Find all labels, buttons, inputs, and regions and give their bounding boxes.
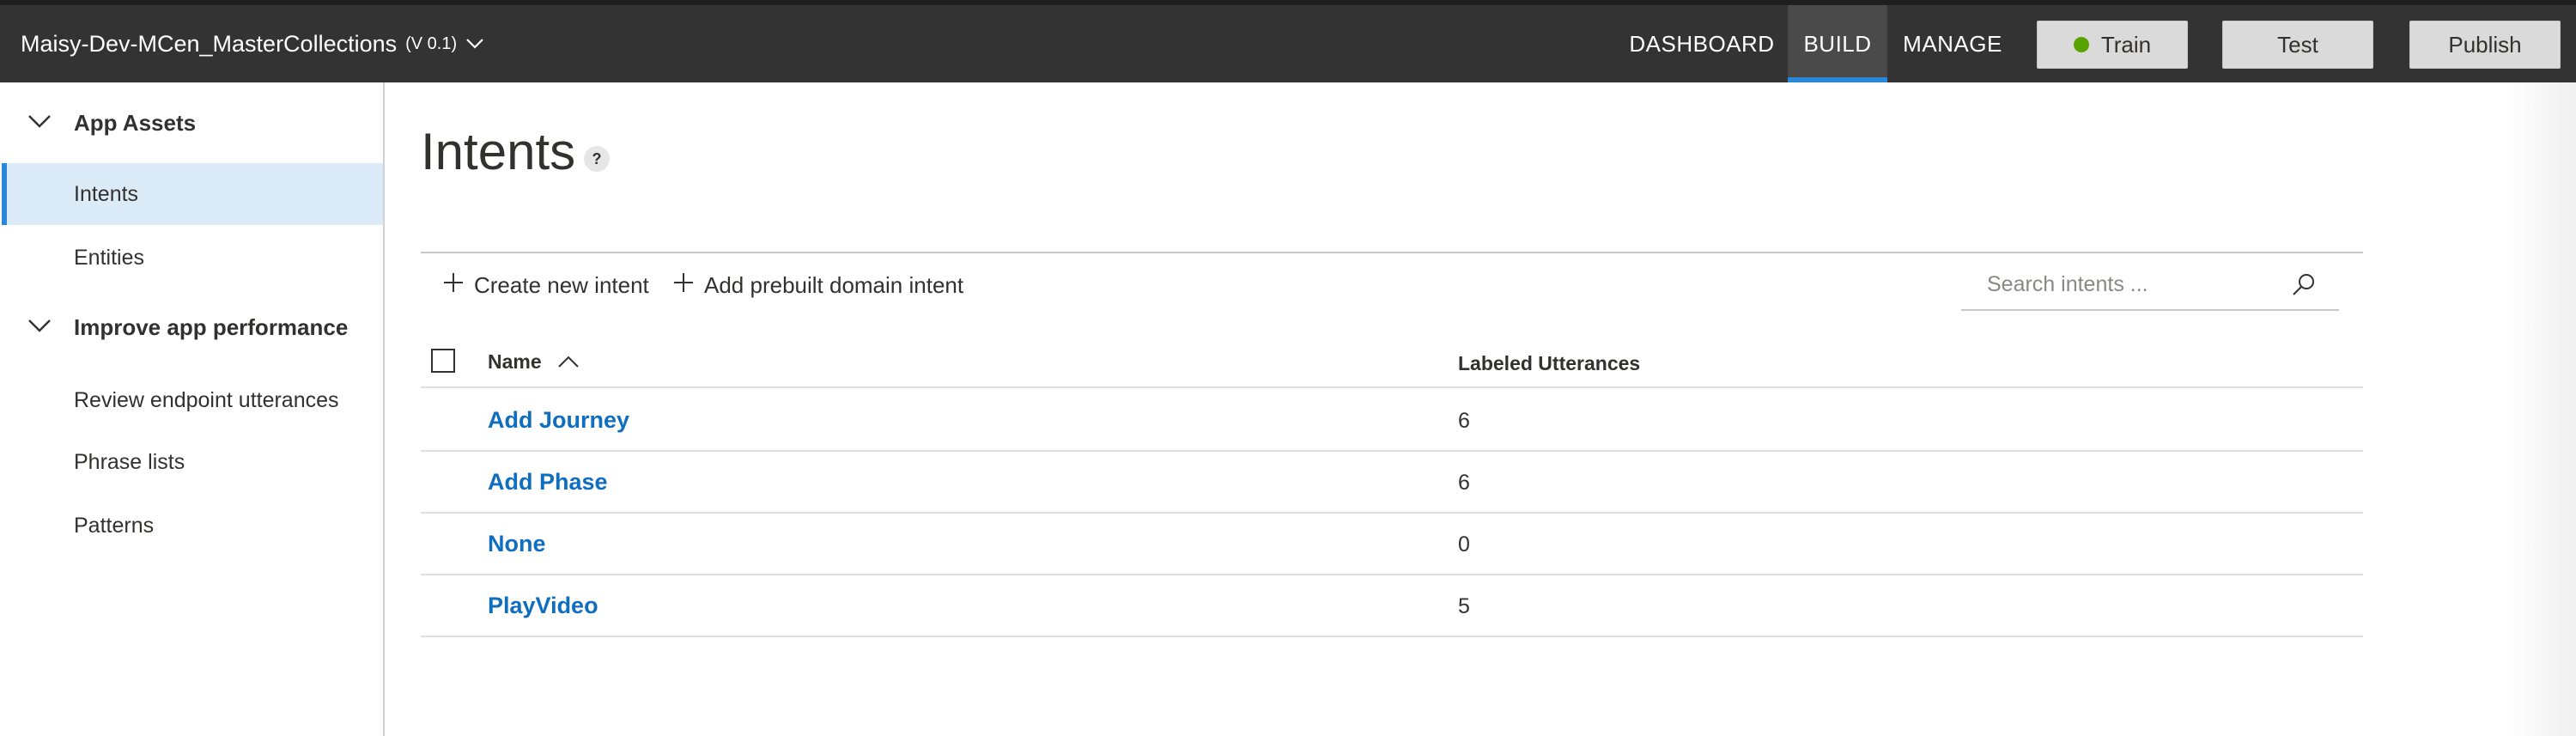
utterance-count: 0	[1458, 532, 1470, 557]
top-bar: Maisy-Dev-MCen_MasterCollections (V 0.1)…	[0, 0, 2576, 82]
search-icon[interactable]	[2291, 271, 2317, 301]
test-label: Test	[2277, 31, 2318, 58]
train-button[interactable]: Train	[2037, 21, 2188, 69]
publish-button[interactable]: Publish	[2409, 21, 2561, 69]
sidebar-item-label: Patterns	[74, 513, 155, 538]
sidebar-item-review-endpoint-utterances[interactable]: Review endpoint utterances	[2, 369, 383, 431]
table-row: PlayVideo 5	[421, 575, 2363, 637]
column-header-labeled-utterances[interactable]: Labeled Utterances	[1458, 352, 1640, 375]
panel-edge-shadow	[2507, 82, 2576, 736]
utterance-count: 6	[1458, 471, 1470, 495]
sidebar-group-app-assets[interactable]: App Assets	[0, 93, 385, 153]
chevron-down-icon	[27, 318, 52, 338]
nav-dashboard[interactable]: DASHBOARD	[1625, 5, 1779, 82]
add-prebuilt-domain-intent-button[interactable]: Add prebuilt domain intent	[673, 268, 963, 302]
utterance-count: 6	[1458, 409, 1470, 433]
sidebar: App Assets Intents Entities Improve app …	[0, 82, 385, 736]
page-title: Intents	[421, 123, 576, 180]
intent-link[interactable]: Add Phase	[488, 469, 608, 496]
table-row: None 0	[421, 514, 2363, 575]
chevron-down-icon	[27, 113, 52, 133]
sidebar-item-label: Intents	[74, 181, 139, 206]
nav-build[interactable]: BUILD	[1788, 5, 1887, 82]
sidebar-item-label: Phrase lists	[74, 449, 185, 474]
add-prebuilt-domain-intent-label: Add prebuilt domain intent	[704, 271, 964, 298]
sidebar-group-improve-app-performance[interactable]: Improve app performance	[0, 297, 385, 357]
status-dot-icon	[2073, 37, 2089, 52]
intent-link[interactable]: None	[488, 531, 546, 557]
sidebar-item-patterns[interactable]: Patterns	[2, 495, 383, 557]
train-label: Train	[2100, 31, 2152, 58]
search-box	[1961, 259, 2339, 311]
create-new-intent-button[interactable]: Create new intent	[443, 268, 649, 302]
nav-manage[interactable]: MANAGE	[1896, 5, 2009, 82]
table-header: Name Labeled Utterances	[421, 337, 2363, 388]
sidebar-item-phrase-lists[interactable]: Phrase lists	[2, 431, 383, 493]
app-switcher[interactable]: Maisy-Dev-MCen_MasterCollections (V 0.1)	[21, 31, 484, 58]
sidebar-group-label: Improve app performance	[74, 313, 349, 340]
plus-icon	[673, 272, 694, 299]
sidebar-item-intents[interactable]: Intents	[2, 163, 383, 225]
select-all-checkbox[interactable]	[431, 349, 455, 373]
utterance-count: 5	[1458, 594, 1470, 618]
sidebar-group-label: App Assets	[74, 109, 197, 136]
sort-ascending-icon	[557, 350, 580, 374]
app-name: Maisy-Dev-MCen_MasterCollections	[21, 31, 398, 57]
test-button[interactable]: Test	[2222, 21, 2373, 69]
command-bar-divider	[421, 252, 2363, 253]
column-header-name-label: Name	[488, 350, 542, 373]
search-input[interactable]	[1987, 271, 2296, 297]
sidebar-item-entities[interactable]: Entities	[2, 227, 383, 289]
chevron-down-icon	[465, 29, 484, 56]
sidebar-item-label: Entities	[74, 245, 144, 270]
table-row: Add Phase 6	[421, 452, 2363, 514]
app-version: (V 0.1)	[405, 34, 458, 53]
column-header-name[interactable]: Name	[488, 350, 580, 374]
create-new-intent-label: Create new intent	[474, 271, 649, 298]
publish-label: Publish	[2448, 31, 2522, 58]
sidebar-item-label: Review endpoint utterances	[74, 387, 339, 412]
table-row: Add Journey 6	[421, 390, 2363, 452]
plus-icon	[443, 272, 464, 299]
intent-link[interactable]: Add Journey	[488, 407, 629, 434]
help-icon[interactable]: ?	[584, 146, 610, 172]
intent-link[interactable]: PlayVideo	[488, 593, 598, 619]
